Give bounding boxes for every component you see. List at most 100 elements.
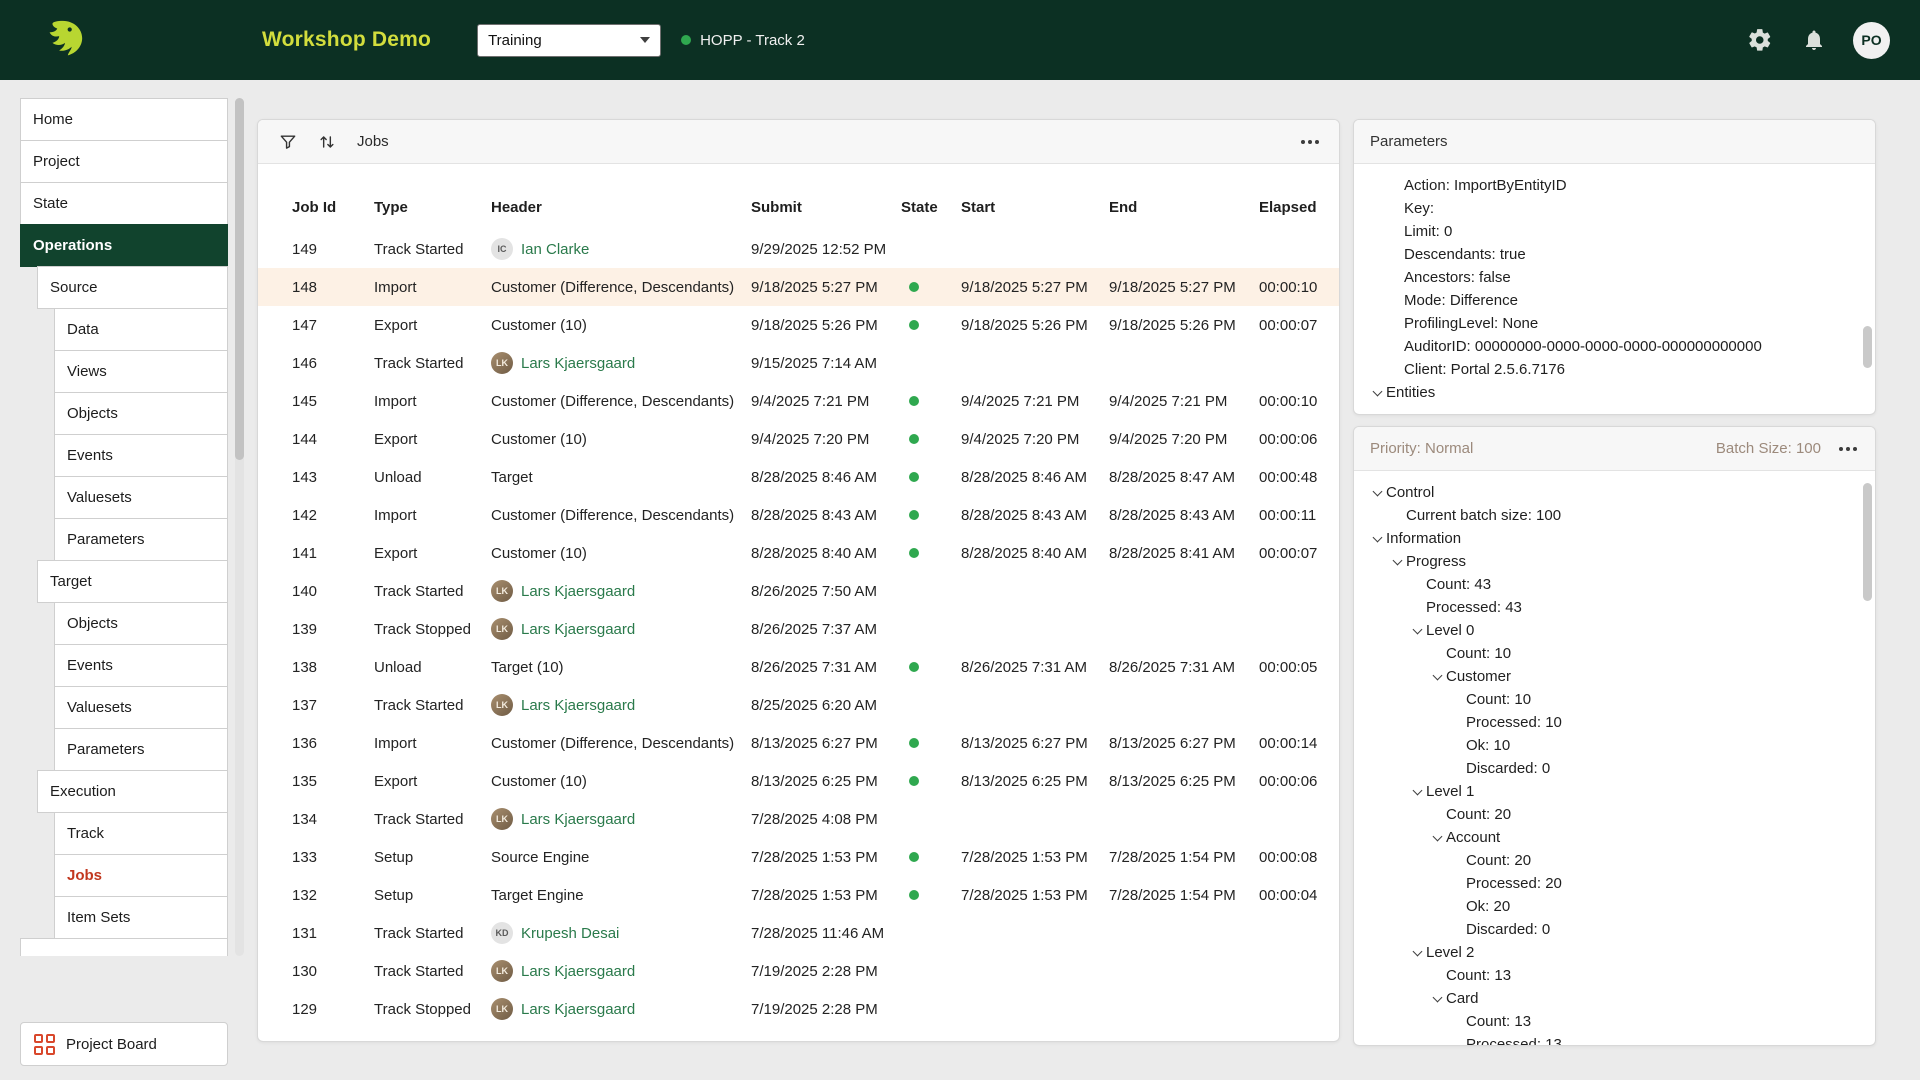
environment-value: Training — [488, 32, 542, 49]
job-row[interactable]: 141 Export Customer (10) 8/28/2025 8:40 … — [258, 534, 1339, 572]
sidebar-item[interactable]: Execution — [37, 770, 228, 813]
job-row[interactable]: 137 Track Started LK Lars Kjaersgaard 8/… — [258, 686, 1339, 724]
job-row[interactable]: 128 Setup 7/10/2025 5:48 PM 7/10/2025 5:… — [258, 1028, 1339, 1042]
tree-node-label: Count: 13 — [1446, 967, 1511, 984]
sidebar-item[interactable]: Project — [20, 140, 228, 183]
job-row[interactable]: 149 Track Started IC Ian Clarke 9/29/202… — [258, 230, 1339, 268]
column-header[interactable]: Elapsed — [1259, 199, 1325, 216]
job-submit: 7/19/2025 2:28 PM — [751, 963, 901, 980]
job-row[interactable]: 147 Export Customer (10) 9/18/2025 5:26 … — [258, 306, 1339, 344]
sidebar-item[interactable]: Events — [54, 434, 228, 477]
user-link[interactable]: Lars Kjaersgaard — [521, 963, 635, 980]
sidebar-item[interactable]: Track — [54, 812, 228, 855]
job-row[interactable]: 139 Track Stopped LK Lars Kjaersgaard 8/… — [258, 610, 1339, 648]
chevron-down-icon[interactable] — [1368, 391, 1386, 395]
sidebar-scrollbar[interactable] — [235, 98, 244, 956]
tree-node-label: Account — [1446, 829, 1500, 846]
user-link[interactable]: Krupesh Desai — [521, 925, 619, 942]
user-link[interactable]: Lars Kjaersgaard — [521, 583, 635, 600]
user-link[interactable]: Ian Clarke — [521, 241, 589, 258]
chevron-down-icon[interactable] — [1388, 560, 1406, 564]
sidebar-item[interactable]: Objects — [54, 392, 228, 435]
user-link[interactable]: Lars Kjaersgaard — [521, 621, 635, 638]
column-header[interactable]: Start — [961, 199, 1109, 216]
chevron-down-icon[interactable] — [1408, 629, 1426, 633]
entities-node[interactable]: Entities — [1354, 381, 1875, 404]
user-avatar[interactable]: PO — [1853, 22, 1890, 59]
chevron-down-icon[interactable] — [1408, 790, 1426, 794]
environment-select[interactable]: Training — [477, 24, 661, 57]
sidebar-item[interactable]: Events — [54, 644, 228, 687]
user-link[interactable]: Lars Kjaersgaard — [521, 697, 635, 714]
scrollbar-thumb[interactable] — [1863, 326, 1872, 368]
job-row[interactable]: 144 Export Customer (10) 9/4/2025 7:20 P… — [258, 420, 1339, 458]
jobs-more-button[interactable] — [1299, 138, 1321, 146]
sidebar-item[interactable]: Data — [54, 308, 228, 351]
sidebar-item[interactable]: Objects — [54, 602, 228, 645]
sidebar-item[interactable]: Target — [37, 560, 228, 603]
sidebar-item[interactable]: Parameters — [54, 728, 228, 771]
sidebar-item[interactable]: Home — [20, 98, 228, 141]
job-row[interactable]: 136 Import Customer (Difference, Descend… — [258, 724, 1339, 762]
project-board-button[interactable]: Project Board — [20, 1022, 228, 1066]
sidebar-item[interactable]: Valuesets — [54, 476, 228, 519]
settings-button[interactable] — [1745, 25, 1775, 55]
sidebar-item[interactable]: Source — [37, 266, 228, 309]
chevron-down-icon[interactable] — [1428, 997, 1446, 1001]
job-row[interactable]: 146 Track Started LK Lars Kjaersgaard 9/… — [258, 344, 1339, 382]
column-header[interactable]: State — [901, 199, 961, 216]
sidebar-item[interactable] — [20, 938, 228, 956]
user-avatar-small: LK — [491, 998, 513, 1020]
job-row[interactable]: 142 Import Customer (Difference, Descend… — [258, 496, 1339, 534]
scrollbar-thumb[interactable] — [235, 98, 244, 460]
job-submit: 7/19/2025 2:28 PM — [751, 1001, 901, 1018]
job-state — [901, 735, 961, 752]
job-row[interactable]: 130 Track Started LK Lars Kjaersgaard 7/… — [258, 952, 1339, 990]
user-link[interactable]: Lars Kjaersgaard — [521, 811, 635, 828]
sort-button[interactable] — [315, 130, 339, 154]
job-row[interactable]: 131 Track Started KD Krupesh Desai 7/28/… — [258, 914, 1339, 952]
tree-node-label: Customer — [1446, 668, 1511, 685]
column-header[interactable]: Submit — [751, 199, 901, 216]
parameter-line: Key: — [1354, 197, 1875, 220]
tree-node-label: Information — [1386, 530, 1461, 547]
job-row[interactable]: 135 Export Customer (10) 8/13/2025 6:25 … — [258, 762, 1339, 800]
job-row[interactable]: 143 Unload Target 8/28/2025 8:46 AM 8/28… — [258, 458, 1339, 496]
job-row[interactable]: 129 Track Stopped LK Lars Kjaersgaard 7/… — [258, 990, 1339, 1028]
job-row[interactable]: 134 Track Started LK Lars Kjaersgaard 7/… — [258, 800, 1339, 838]
column-header[interactable]: Header — [491, 199, 751, 216]
chevron-down-icon[interactable] — [1428, 836, 1446, 840]
priority-more-button[interactable] — [1837, 445, 1859, 453]
chevron-down-icon[interactable] — [1408, 951, 1426, 955]
column-header[interactable]: Job Id — [292, 199, 374, 216]
chevron-down-icon[interactable] — [1368, 537, 1386, 541]
sidebar-item[interactable]: Valuesets — [54, 686, 228, 729]
job-type: Export — [374, 545, 491, 562]
sidebar-item[interactable]: State — [20, 182, 228, 225]
job-row[interactable]: 133 Setup Source Engine 7/28/2025 1:53 P… — [258, 838, 1339, 876]
priority-tree: Control Current batch size: 100 Informat… — [1354, 471, 1875, 1046]
column-header[interactable]: End — [1109, 199, 1259, 216]
chevron-down-icon[interactable] — [1428, 675, 1446, 679]
sidebar-item[interactable]: Parameters — [54, 518, 228, 561]
user-link[interactable]: Lars Kjaersgaard — [521, 1001, 635, 1018]
sidebar-item[interactable]: Views — [54, 350, 228, 393]
job-row[interactable]: 138 Unload Target (10) 8/26/2025 7:31 AM… — [258, 648, 1339, 686]
job-row[interactable]: 148 Import Customer (Difference, Descend… — [258, 268, 1339, 306]
scrollbar-thumb[interactable] — [1863, 483, 1872, 601]
notifications-button[interactable] — [1799, 25, 1829, 55]
sidebar-item[interactable]: Item Sets — [54, 896, 228, 939]
job-elapsed: 00:00:14 — [1259, 735, 1325, 752]
user-link[interactable]: Lars Kjaersgaard — [521, 355, 635, 372]
job-row[interactable]: 140 Track Started LK Lars Kjaersgaard 8/… — [258, 572, 1339, 610]
filter-button[interactable] — [276, 130, 300, 154]
column-header[interactable]: Type — [374, 199, 491, 216]
job-row[interactable]: 132 Setup Target Engine 7/28/2025 1:53 P… — [258, 876, 1339, 914]
job-row[interactable]: 145 Import Customer (Difference, Descend… — [258, 382, 1339, 420]
sidebar-item[interactable]: Operations — [20, 224, 228, 267]
sidebar-item[interactable]: Jobs — [54, 854, 228, 897]
tree-node-label: Processed: 13 — [1466, 1036, 1562, 1046]
chevron-down-icon[interactable] — [1368, 491, 1386, 495]
app-logo[interactable] — [40, 17, 86, 63]
job-elapsed: 00:00:07 — [1259, 545, 1325, 562]
